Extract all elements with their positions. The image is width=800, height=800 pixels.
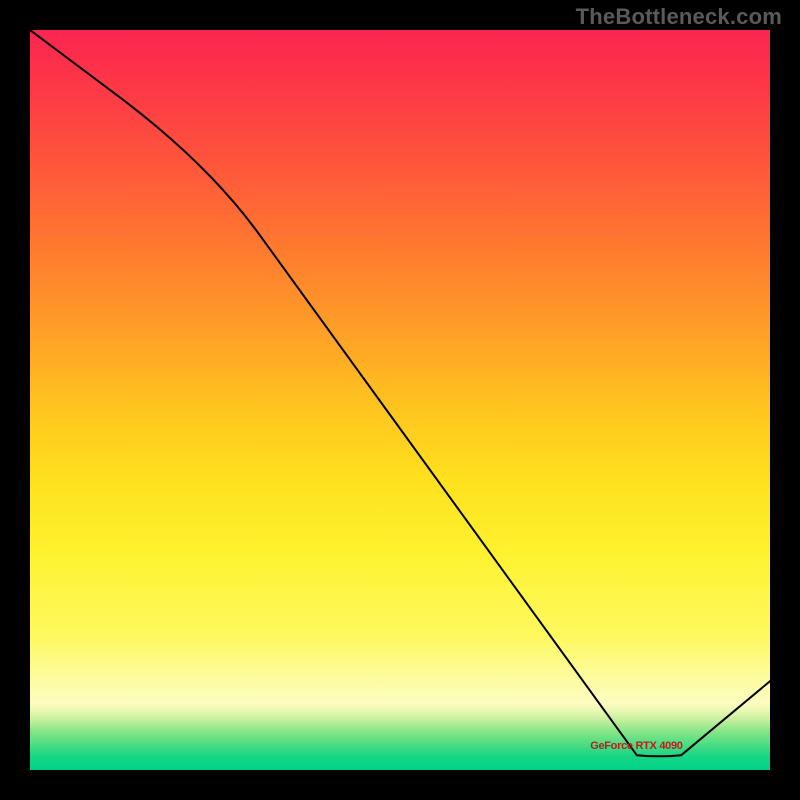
chart-frame: TheBottleneck.com GeForce RTX 4090 (0, 0, 800, 800)
gpu-annotation: GeForce RTX 4090 (590, 740, 682, 752)
watermark-text: TheBottleneck.com (576, 4, 782, 30)
bottleneck-curve (30, 30, 770, 770)
plot-area: GeForce RTX 4090 (30, 30, 770, 770)
